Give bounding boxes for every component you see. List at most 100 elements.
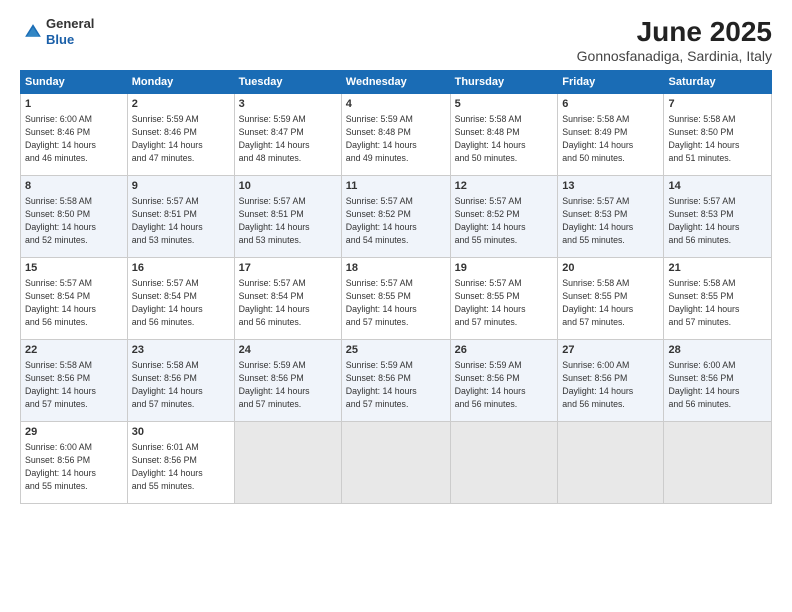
- calendar-table: SundayMondayTuesdayWednesdayThursdayFrid…: [20, 70, 772, 504]
- day-header-sunday: Sunday: [21, 71, 128, 94]
- day-info: Sunrise: 5:57 AM Sunset: 8:55 PM Dayligh…: [455, 277, 554, 328]
- day-info: Sunrise: 5:57 AM Sunset: 8:53 PM Dayligh…: [668, 195, 767, 246]
- day-cell: 15Sunrise: 5:57 AM Sunset: 8:54 PM Dayli…: [21, 258, 128, 340]
- week-row-3: 15Sunrise: 5:57 AM Sunset: 8:54 PM Dayli…: [21, 258, 772, 340]
- day-cell: [664, 422, 772, 504]
- day-info: Sunrise: 5:59 AM Sunset: 8:48 PM Dayligh…: [346, 113, 446, 164]
- logo-blue: Blue: [46, 32, 74, 47]
- day-info: Sunrise: 5:58 AM Sunset: 8:49 PM Dayligh…: [562, 113, 659, 164]
- day-info: Sunrise: 6:00 AM Sunset: 8:46 PM Dayligh…: [25, 113, 123, 164]
- day-number: 21: [668, 261, 767, 276]
- day-info: Sunrise: 5:57 AM Sunset: 8:54 PM Dayligh…: [25, 277, 123, 328]
- logo: General Blue: [20, 16, 94, 47]
- day-cell: 8Sunrise: 5:58 AM Sunset: 8:50 PM Daylig…: [21, 176, 128, 258]
- day-cell: 27Sunrise: 6:00 AM Sunset: 8:56 PM Dayli…: [558, 340, 664, 422]
- day-cell: 21Sunrise: 5:58 AM Sunset: 8:55 PM Dayli…: [664, 258, 772, 340]
- logo-text: General Blue: [46, 16, 94, 47]
- day-number: 3: [239, 97, 337, 112]
- header: General Blue June 2025 Gonnosfanadiga, S…: [20, 16, 772, 64]
- day-number: 22: [25, 343, 123, 358]
- day-header-tuesday: Tuesday: [234, 71, 341, 94]
- day-number: 26: [455, 343, 554, 358]
- day-cell: 26Sunrise: 5:59 AM Sunset: 8:56 PM Dayli…: [450, 340, 558, 422]
- day-number: 8: [25, 179, 123, 194]
- logo-icon: [22, 21, 44, 43]
- day-cell: [450, 422, 558, 504]
- day-number: 11: [346, 179, 446, 194]
- day-cell: [341, 422, 450, 504]
- day-cell: 30Sunrise: 6:01 AM Sunset: 8:56 PM Dayli…: [127, 422, 234, 504]
- day-info: Sunrise: 5:58 AM Sunset: 8:56 PM Dayligh…: [132, 359, 230, 410]
- day-cell: 20Sunrise: 5:58 AM Sunset: 8:55 PM Dayli…: [558, 258, 664, 340]
- day-cell: 14Sunrise: 5:57 AM Sunset: 8:53 PM Dayli…: [664, 176, 772, 258]
- day-cell: 23Sunrise: 5:58 AM Sunset: 8:56 PM Dayli…: [127, 340, 234, 422]
- day-number: 16: [132, 261, 230, 276]
- day-cell: 12Sunrise: 5:57 AM Sunset: 8:52 PM Dayli…: [450, 176, 558, 258]
- day-header-monday: Monday: [127, 71, 234, 94]
- day-cell: 9Sunrise: 5:57 AM Sunset: 8:51 PM Daylig…: [127, 176, 234, 258]
- day-number: 4: [346, 97, 446, 112]
- day-info: Sunrise: 5:58 AM Sunset: 8:56 PM Dayligh…: [25, 359, 123, 410]
- calendar-title: June 2025: [577, 16, 772, 48]
- week-row-4: 22Sunrise: 5:58 AM Sunset: 8:56 PM Dayli…: [21, 340, 772, 422]
- day-number: 23: [132, 343, 230, 358]
- day-cell: 29Sunrise: 6:00 AM Sunset: 8:56 PM Dayli…: [21, 422, 128, 504]
- day-info: Sunrise: 6:00 AM Sunset: 8:56 PM Dayligh…: [25, 441, 123, 492]
- day-info: Sunrise: 6:00 AM Sunset: 8:56 PM Dayligh…: [562, 359, 659, 410]
- day-cell: 25Sunrise: 5:59 AM Sunset: 8:56 PM Dayli…: [341, 340, 450, 422]
- calendar-header-row: SundayMondayTuesdayWednesdayThursdayFrid…: [21, 71, 772, 94]
- day-info: Sunrise: 5:57 AM Sunset: 8:54 PM Dayligh…: [239, 277, 337, 328]
- day-number: 9: [132, 179, 230, 194]
- day-cell: 11Sunrise: 5:57 AM Sunset: 8:52 PM Dayli…: [341, 176, 450, 258]
- day-cell: 17Sunrise: 5:57 AM Sunset: 8:54 PM Dayli…: [234, 258, 341, 340]
- day-info: Sunrise: 5:59 AM Sunset: 8:46 PM Dayligh…: [132, 113, 230, 164]
- day-number: 27: [562, 343, 659, 358]
- day-cell: 24Sunrise: 5:59 AM Sunset: 8:56 PM Dayli…: [234, 340, 341, 422]
- day-cell: 28Sunrise: 6:00 AM Sunset: 8:56 PM Dayli…: [664, 340, 772, 422]
- day-info: Sunrise: 6:00 AM Sunset: 8:56 PM Dayligh…: [668, 359, 767, 410]
- day-cell: 1Sunrise: 6:00 AM Sunset: 8:46 PM Daylig…: [21, 94, 128, 176]
- day-cell: 18Sunrise: 5:57 AM Sunset: 8:55 PM Dayli…: [341, 258, 450, 340]
- day-header-thursday: Thursday: [450, 71, 558, 94]
- day-info: Sunrise: 5:57 AM Sunset: 8:52 PM Dayligh…: [346, 195, 446, 246]
- day-info: Sunrise: 5:59 AM Sunset: 8:56 PM Dayligh…: [346, 359, 446, 410]
- day-cell: 22Sunrise: 5:58 AM Sunset: 8:56 PM Dayli…: [21, 340, 128, 422]
- day-info: Sunrise: 6:01 AM Sunset: 8:56 PM Dayligh…: [132, 441, 230, 492]
- day-number: 6: [562, 97, 659, 112]
- day-info: Sunrise: 5:58 AM Sunset: 8:55 PM Dayligh…: [562, 277, 659, 328]
- day-header-wednesday: Wednesday: [341, 71, 450, 94]
- day-header-saturday: Saturday: [664, 71, 772, 94]
- day-cell: 7Sunrise: 5:58 AM Sunset: 8:50 PM Daylig…: [664, 94, 772, 176]
- day-info: Sunrise: 5:59 AM Sunset: 8:56 PM Dayligh…: [455, 359, 554, 410]
- day-cell: 3Sunrise: 5:59 AM Sunset: 8:47 PM Daylig…: [234, 94, 341, 176]
- day-number: 10: [239, 179, 337, 194]
- day-info: Sunrise: 5:58 AM Sunset: 8:50 PM Dayligh…: [668, 113, 767, 164]
- day-info: Sunrise: 5:57 AM Sunset: 8:55 PM Dayligh…: [346, 277, 446, 328]
- day-cell: 2Sunrise: 5:59 AM Sunset: 8:46 PM Daylig…: [127, 94, 234, 176]
- day-number: 5: [455, 97, 554, 112]
- day-cell: 6Sunrise: 5:58 AM Sunset: 8:49 PM Daylig…: [558, 94, 664, 176]
- day-cell: 19Sunrise: 5:57 AM Sunset: 8:55 PM Dayli…: [450, 258, 558, 340]
- day-number: 25: [346, 343, 446, 358]
- day-number: 17: [239, 261, 337, 276]
- day-cell: 13Sunrise: 5:57 AM Sunset: 8:53 PM Dayli…: [558, 176, 664, 258]
- day-cell: 16Sunrise: 5:57 AM Sunset: 8:54 PM Dayli…: [127, 258, 234, 340]
- page: General Blue June 2025 Gonnosfanadiga, S…: [0, 0, 792, 612]
- day-number: 12: [455, 179, 554, 194]
- day-cell: [558, 422, 664, 504]
- week-row-5: 29Sunrise: 6:00 AM Sunset: 8:56 PM Dayli…: [21, 422, 772, 504]
- day-cell: [234, 422, 341, 504]
- day-info: Sunrise: 5:57 AM Sunset: 8:51 PM Dayligh…: [239, 195, 337, 246]
- day-info: Sunrise: 5:59 AM Sunset: 8:56 PM Dayligh…: [239, 359, 337, 410]
- day-number: 15: [25, 261, 123, 276]
- calendar-subtitle: Gonnosfanadiga, Sardinia, Italy: [577, 48, 772, 64]
- day-header-friday: Friday: [558, 71, 664, 94]
- day-number: 1: [25, 97, 123, 112]
- day-cell: 5Sunrise: 5:58 AM Sunset: 8:48 PM Daylig…: [450, 94, 558, 176]
- day-info: Sunrise: 5:58 AM Sunset: 8:55 PM Dayligh…: [668, 277, 767, 328]
- day-number: 18: [346, 261, 446, 276]
- day-info: Sunrise: 5:57 AM Sunset: 8:51 PM Dayligh…: [132, 195, 230, 246]
- day-info: Sunrise: 5:57 AM Sunset: 8:52 PM Dayligh…: [455, 195, 554, 246]
- day-number: 14: [668, 179, 767, 194]
- day-cell: 10Sunrise: 5:57 AM Sunset: 8:51 PM Dayli…: [234, 176, 341, 258]
